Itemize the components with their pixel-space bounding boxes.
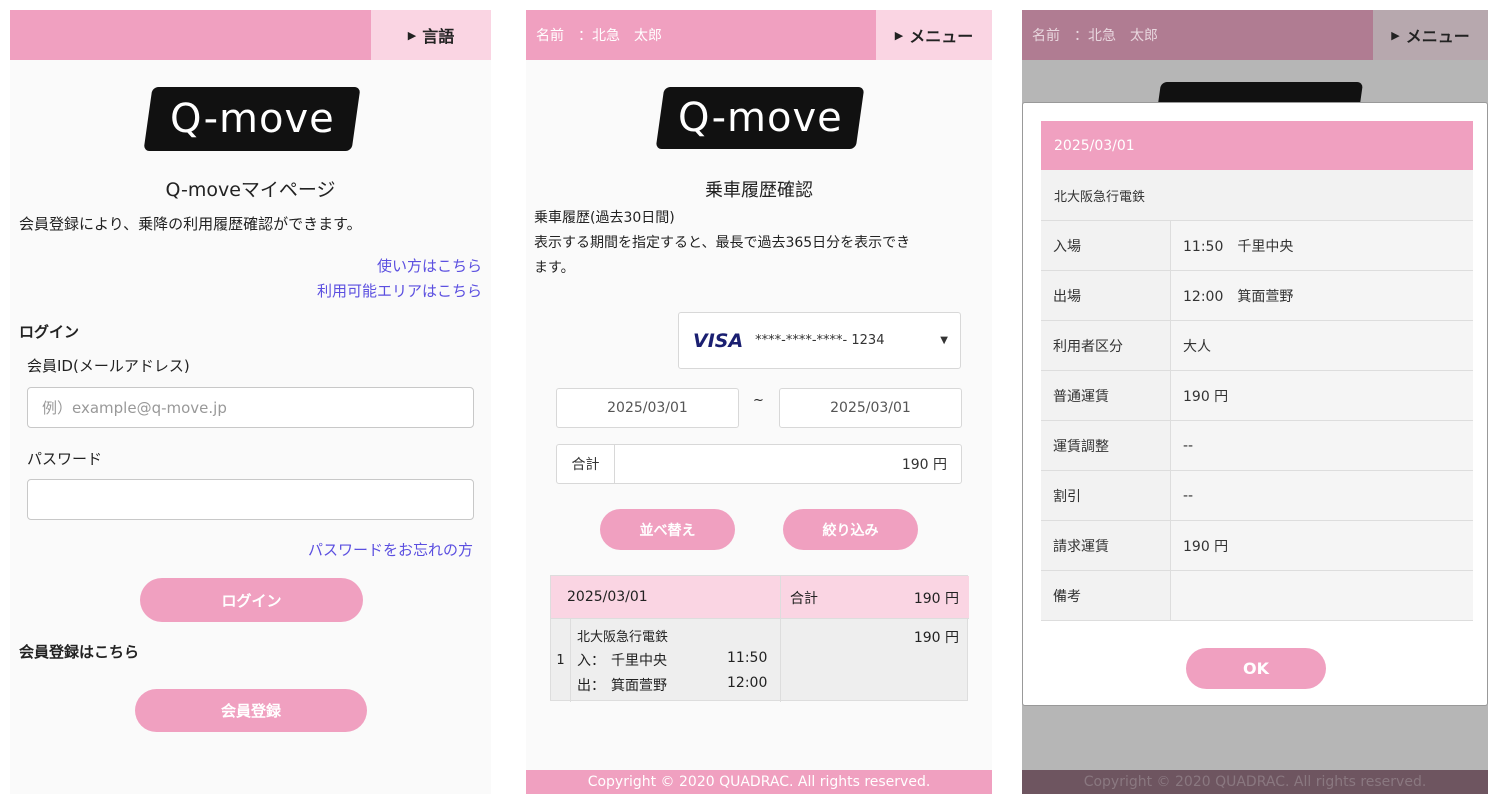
password-label: パスワード <box>27 450 103 468</box>
howto-link[interactable]: 使い方はこちら <box>377 255 482 276</box>
header-bar <box>10 10 371 60</box>
detail-key: 利用者区分 <box>1041 321 1171 370</box>
detail-row-normal-fare: 普通運賃 190 円 <box>1041 371 1473 421</box>
history-total-label: 合計 <box>790 591 818 607</box>
login-section-heading: ログイン <box>19 323 80 341</box>
register-section-heading: 会員登録はこちら <box>19 643 140 661</box>
entry-label: 入： <box>577 653 605 669</box>
caret-right-icon: ▶ <box>1391 28 1400 42</box>
exit-station: 箕面萱野 <box>611 678 667 694</box>
detail-row-exit: 出場 12:00 箕面萱野 <box>1041 271 1473 321</box>
detail-value: -- <box>1171 421 1473 470</box>
date-to-input[interactable]: 2025/03/01 <box>779 388 962 428</box>
login-screen: ▶ 言語 Q-move Q-moveマイページ 会員登録により、乗降の利用履歴確… <box>10 10 491 794</box>
entry-time: 11:50 <box>727 650 768 666</box>
row-number: 1 <box>551 619 571 702</box>
detail-operator: 北大阪急行電鉄 <box>1041 170 1473 221</box>
entry-station: 千里中央 <box>611 653 667 669</box>
detail-key: 入場 <box>1041 221 1171 270</box>
register-button[interactable]: 会員登録 <box>135 689 367 732</box>
detail-screen: 名前 ：北急 太郎 ▶ メニュー 2025/03/01 北大阪急行電鉄 入場 1… <box>1022 10 1488 794</box>
detail-value: 11:50 千里中央 <box>1171 221 1473 270</box>
detail-value: 12:00 箕面萱野 <box>1171 271 1473 320</box>
language-button[interactable]: ▶ 言語 <box>371 10 491 60</box>
date-range-separator: ~ <box>753 393 764 408</box>
card-number: ****-****-****- 1234 <box>755 333 885 348</box>
ok-button[interactable]: OK <box>1186 648 1326 689</box>
qmove-logo: Q-move <box>143 87 361 151</box>
table-divider <box>780 576 781 702</box>
operator-name: 北大阪急行電鉄 <box>577 630 669 645</box>
caret-right-icon: ▶ <box>407 28 417 42</box>
history-screen: 名前 ：北急 太郎 ▶ メニュー Q-move 乗車履歴確認 乗車履歴(過去30… <box>526 10 992 794</box>
qmove-logo: Q-move <box>655 87 865 149</box>
user-name-label: 名前 ：北急 太郎 <box>536 28 662 44</box>
date-from-input[interactable]: 2025/03/01 <box>556 388 739 428</box>
history-table: 2025/03/01 合計 190 円 1 北大阪急行電鉄 入： 千里中央 11… <box>550 575 969 702</box>
caret-right-icon: ▶ <box>894 28 904 42</box>
menu-label: メニュー <box>909 27 974 46</box>
user-name-label: 名前 ：北急 太郎 <box>1032 28 1158 44</box>
history-date: 2025/03/01 <box>567 589 648 605</box>
detail-row-discount: 割引 -- <box>1041 471 1473 521</box>
detail-value: 190 円 <box>1171 521 1473 570</box>
language-label: 言語 <box>422 27 455 46</box>
chevron-down-icon: ▼ <box>940 335 948 346</box>
page-title: 乗車履歴確認 <box>705 180 813 201</box>
detail-row-entry: 入場 11:50 千里中央 <box>1041 221 1473 271</box>
total-box: 合計 190 円 <box>556 444 962 484</box>
detail-value: 190 円 <box>1171 371 1473 420</box>
sort-button[interactable]: 並べ替え <box>600 509 735 550</box>
user-name-bar: 名前 ：北急 太郎 <box>1022 10 1373 60</box>
detail-row-user-type: 利用者区分 大人 <box>1041 321 1473 371</box>
user-name-bar: 名前 ：北急 太郎 <box>526 10 876 60</box>
menu-label: メニュー <box>1405 27 1470 46</box>
total-value: 190 円 <box>901 457 947 473</box>
detail-value <box>1171 571 1473 620</box>
menu-button[interactable]: ▶ メニュー <box>876 10 992 60</box>
detail-key: 割引 <box>1041 471 1171 520</box>
footer: Copyright © 2020 QUADRAC. All rights res… <box>526 770 992 794</box>
exit-label: 出： <box>577 678 605 694</box>
logo-text: Q-move <box>169 96 335 142</box>
detail-value: -- <box>1171 471 1473 520</box>
forgot-password-link[interactable]: パスワードをお忘れの方 <box>308 539 473 560</box>
detail-row-fare-adjust: 運賃調整 -- <box>1041 421 1473 471</box>
card-select[interactable]: VISA ****-****-****- 1234 ▼ <box>678 312 961 369</box>
description-text: 会員登録により、乗降の利用履歴確認ができます。 <box>19 215 362 233</box>
member-id-label: 会員ID(メールアドレス) <box>27 357 190 375</box>
detail-date-header: 2025/03/01 <box>1041 121 1473 170</box>
logo-text: Q-move <box>677 95 843 141</box>
history-period-text: 乗車履歴(過去30日間) <box>534 210 675 226</box>
detail-key: 普通運賃 <box>1041 371 1171 420</box>
detail-key: 請求運賃 <box>1041 521 1171 570</box>
footer: Copyright © 2020 QUADRAC. All rights res… <box>1022 770 1488 794</box>
fare-value: 190 円 <box>913 630 959 646</box>
member-id-input[interactable]: 例）example@q-move.jp <box>27 387 474 428</box>
area-link[interactable]: 利用可能エリアはこちら <box>317 280 482 301</box>
visa-brand-icon: VISA <box>693 329 744 352</box>
filter-button[interactable]: 絞り込み <box>783 509 918 550</box>
login-button[interactable]: ログイン <box>140 578 363 622</box>
detail-modal: 2025/03/01 北大阪急行電鉄 入場 11:50 千里中央 出場 12:0… <box>1022 102 1488 706</box>
detail-row-notes: 備考 <box>1041 571 1473 621</box>
detail-key: 備考 <box>1041 571 1171 620</box>
detail-key: 運賃調整 <box>1041 421 1171 470</box>
password-input[interactable] <box>27 479 474 520</box>
detail-value: 大人 <box>1171 321 1473 370</box>
history-total-value: 190 円 <box>913 591 959 607</box>
total-label: 合計 <box>557 445 615 483</box>
history-desc-text-2: ます。 <box>534 260 575 276</box>
page-title: Q-moveマイページ <box>165 179 336 201</box>
menu-button[interactable]: ▶ メニュー <box>1373 10 1488 60</box>
exit-time: 12:00 <box>727 675 768 691</box>
detail-row-billed-fare: 請求運賃 190 円 <box>1041 521 1473 571</box>
history-desc-text: 表示する期間を指定すると、最長で過去365日分を表示でき <box>534 235 911 251</box>
detail-key: 出場 <box>1041 271 1171 320</box>
